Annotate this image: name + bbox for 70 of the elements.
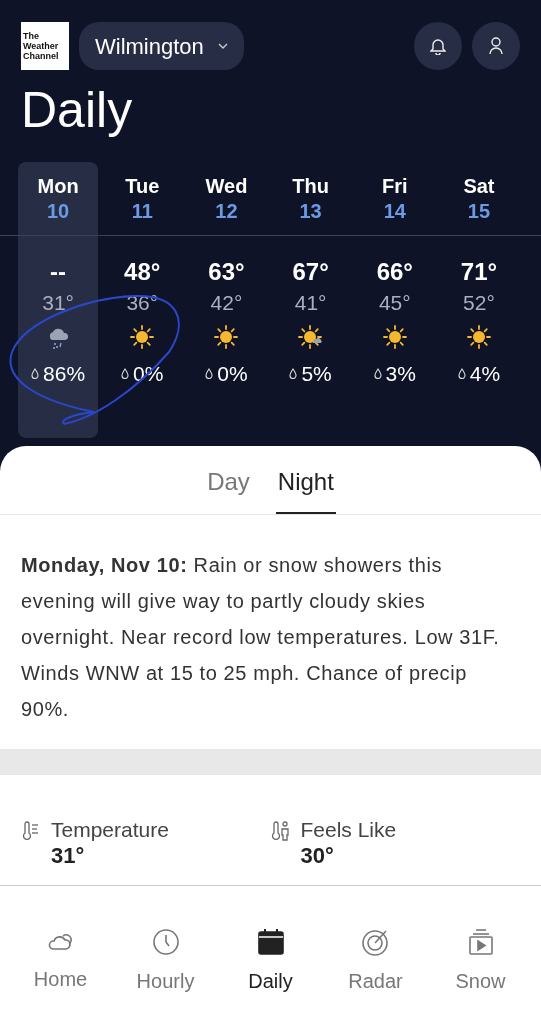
day-column[interactable]: Fri 14 66° 45° 3%: [354, 162, 435, 438]
sun-icon: [213, 324, 240, 350]
low-temp: 52°: [463, 290, 495, 316]
video-stack-icon: [467, 928, 494, 956]
nav-tab[interactable]: Snow: [432, 928, 529, 996]
detail-value: 30°: [300, 843, 335, 869]
day-name: Sat: [463, 174, 495, 198]
sun-cloud-icon: [297, 324, 324, 350]
detail-label: Feels Like: [300, 817, 397, 843]
nav-tab[interactable]: Home: [12, 928, 109, 994]
raindrop-icon: [373, 368, 382, 380]
bell-icon: [430, 37, 446, 55]
detail-value: 31°: [51, 843, 86, 869]
sun-icon: [129, 324, 156, 350]
sun-icon: [465, 324, 492, 350]
day-column[interactable]: Sat 15 71° 52° 4%: [438, 162, 520, 438]
nav-tab[interactable]: Daily: [222, 928, 319, 996]
nav-tab[interactable]: Radar: [327, 928, 424, 996]
forecast-text: Monday, Nov 10: Rain or snow showers this evening will give way to partly cloudy skies overnight. Near record low temperatures. Low 31F. Winds WNW at 15 to 25 mph. Chance of precip 90%.: [20, 553, 501, 722]
high-temp: 67°: [292, 258, 329, 286]
logo: The Weather Channel: [21, 22, 69, 70]
low-temp: 42°: [210, 290, 243, 316]
day-date: 12: [215, 199, 238, 224]
profile-button[interactable]: [472, 22, 520, 70]
day-name: Thu: [292, 174, 329, 198]
day-date: 14: [383, 199, 406, 224]
day-column[interactable]: Thu 13 67° 41° 5%: [270, 162, 351, 438]
sun-icon: [381, 324, 408, 350]
detail-label: Temperature: [51, 817, 169, 843]
precip-chance: 3%: [385, 361, 416, 387]
day-date: 15: [467, 199, 491, 224]
raindrop-icon: [121, 368, 130, 380]
person-icon: [488, 37, 504, 55]
raindrop-icon: [457, 368, 466, 380]
high-temp: 63°: [208, 258, 245, 286]
high-temp: 66°: [376, 258, 413, 286]
low-temp: 41°: [294, 290, 327, 316]
high-temp: --: [50, 258, 67, 286]
day-name: Wed: [205, 174, 248, 198]
calendar-icon: [257, 928, 284, 956]
day-date: 13: [299, 199, 322, 224]
page-title: Daily: [20, 82, 134, 138]
chevron-down-icon: [217, 43, 228, 49]
day-name: Mon: [37, 174, 79, 198]
raindrop-icon: [205, 368, 214, 380]
radar-icon: [361, 928, 390, 956]
precip-chance: 4%: [469, 361, 501, 387]
precip-chance: 0%: [217, 361, 248, 387]
day-date: 10: [46, 199, 70, 224]
period-tab[interactable]: Night: [275, 464, 336, 514]
day-name: Tue: [125, 174, 160, 198]
high-temp: 48°: [124, 258, 161, 286]
day-column[interactable]: Wed 12 63° 42° 0%: [186, 162, 267, 438]
thermometer-icon: [21, 821, 41, 841]
high-temp: 71°: [460, 258, 498, 286]
day-column[interactable]: Mon 10 -- 31° 86%: [18, 162, 99, 438]
nav-tab[interactable]: Hourly: [117, 928, 214, 996]
location-selector[interactable]: Wilmington: [79, 22, 244, 70]
clock-icon: [151, 928, 180, 956]
day-name: Fri: [382, 174, 408, 198]
day-date: 11: [131, 199, 153, 224]
period-tab[interactable]: Day: [205, 464, 252, 514]
raindrop-icon: [31, 368, 40, 380]
low-temp: 45°: [378, 290, 411, 316]
notifications-button[interactable]: [414, 22, 462, 70]
precip-chance: 86%: [43, 361, 86, 387]
low-temp: 31°: [42, 290, 74, 316]
raindrop-icon: [289, 368, 298, 380]
thermometer-person-icon: [270, 821, 291, 841]
precip-chance: 5%: [301, 361, 332, 387]
